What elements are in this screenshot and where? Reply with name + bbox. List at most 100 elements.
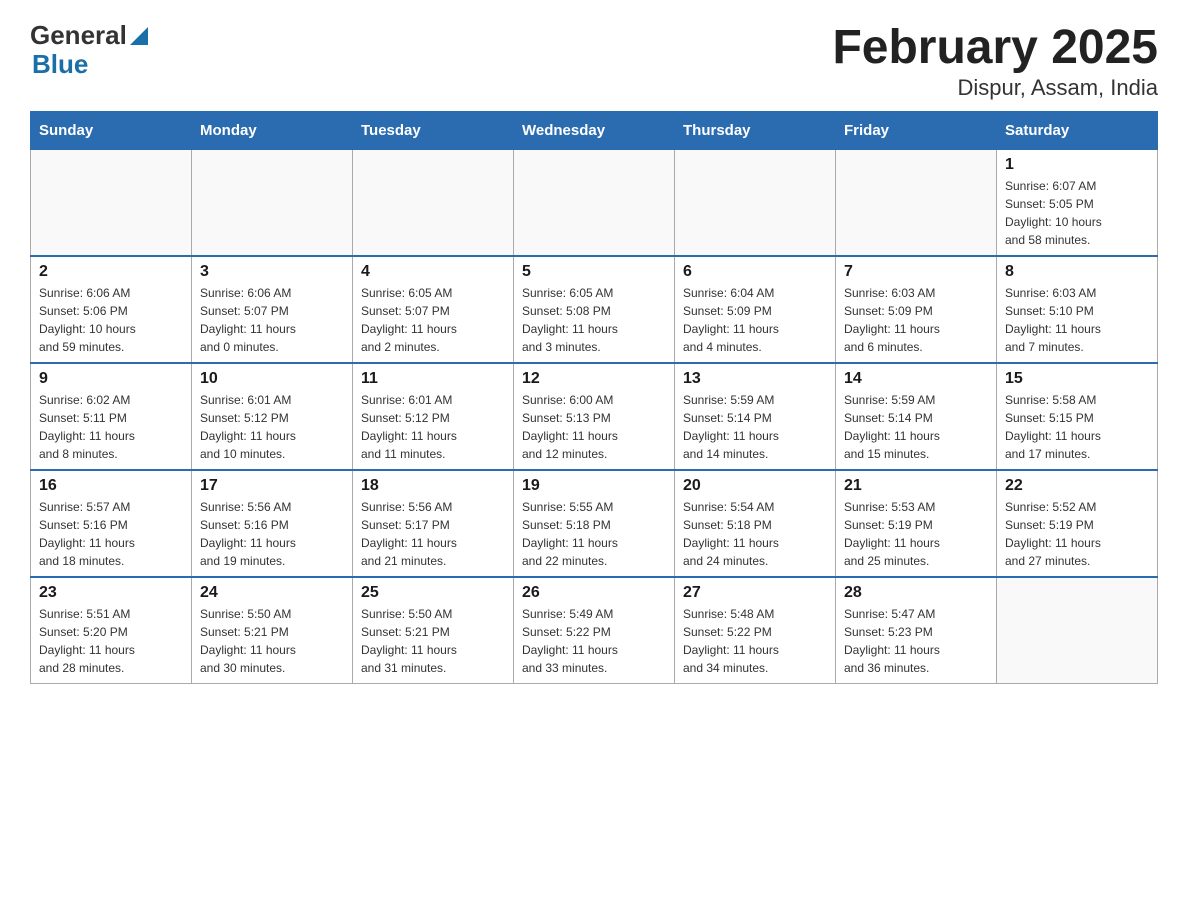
table-row: 26 Sunrise: 5:49 AM Sunset: 5:22 PM Dayli… [514, 577, 675, 684]
calendar-table: Sunday Monday Tuesday Wednesday Thursday… [30, 111, 1158, 684]
logo: General Blue [30, 20, 148, 80]
table-row: 14 Sunrise: 5:59 AM Sunset: 5:14 PM Dayli… [836, 363, 997, 470]
day-info: Sunrise: 5:48 AM Sunset: 5:22 PM Dayligh… [683, 605, 827, 677]
day-info: Sunrise: 6:02 AM Sunset: 5:11 PM Dayligh… [39, 391, 183, 463]
table-row: 6 Sunrise: 6:04 AM Sunset: 5:09 PM Daylig… [675, 256, 836, 363]
header-friday: Friday [836, 112, 997, 150]
day-info: Sunrise: 6:04 AM Sunset: 5:09 PM Dayligh… [683, 284, 827, 356]
day-info: Sunrise: 5:56 AM Sunset: 5:17 PM Dayligh… [361, 498, 505, 570]
day-number: 25 [361, 584, 505, 602]
day-info: Sunrise: 5:51 AM Sunset: 5:20 PM Dayligh… [39, 605, 183, 677]
day-number: 19 [522, 477, 666, 495]
day-number: 1 [1005, 156, 1149, 174]
day-info: Sunrise: 6:05 AM Sunset: 5:07 PM Dayligh… [361, 284, 505, 356]
day-number: 15 [1005, 370, 1149, 388]
table-row: 23 Sunrise: 5:51 AM Sunset: 5:20 PM Dayli… [31, 577, 192, 684]
table-row: 10Sunrise: 6:01 AM Sunset: 5:12 PM Dayli… [192, 363, 353, 470]
table-row: 11 Sunrise: 6:01 AM Sunset: 5:12 PM Dayli… [353, 363, 514, 470]
day-info: Sunrise: 6:07 AM Sunset: 5:05 PM Dayligh… [1005, 177, 1149, 249]
day-number: 8 [1005, 263, 1149, 281]
logo-blue-text: Blue [32, 49, 88, 80]
table-row: 12Sunrise: 6:00 AM Sunset: 5:13 PM Dayli… [514, 363, 675, 470]
header-sunday: Sunday [31, 112, 192, 150]
day-number: 16 [39, 477, 183, 495]
day-info: Sunrise: 5:57 AM Sunset: 5:16 PM Dayligh… [39, 498, 183, 570]
table-row: 25 Sunrise: 5:50 AM Sunset: 5:21 PM Dayli… [353, 577, 514, 684]
day-info: Sunrise: 5:59 AM Sunset: 5:14 PM Dayligh… [683, 391, 827, 463]
day-number: 23 [39, 584, 183, 602]
logo-triangle-icon [130, 27, 148, 45]
day-number: 26 [522, 584, 666, 602]
header-saturday: Saturday [997, 112, 1158, 150]
table-row: 16 Sunrise: 5:57 AM Sunset: 5:16 PM Dayli… [31, 470, 192, 577]
day-number: 18 [361, 477, 505, 495]
table-row: 9 Sunrise: 6:02 AM Sunset: 5:11 PM Daylig… [31, 363, 192, 470]
day-number: 14 [844, 370, 988, 388]
day-number: 28 [844, 584, 988, 602]
day-info: Sunrise: 6:03 AM Sunset: 5:10 PM Dayligh… [1005, 284, 1149, 356]
day-number: 24 [200, 584, 344, 602]
table-row: 18 Sunrise: 5:56 AM Sunset: 5:17 PM Dayli… [353, 470, 514, 577]
day-info: Sunrise: 5:58 AM Sunset: 5:15 PM Dayligh… [1005, 391, 1149, 463]
logo-general-text: General [30, 20, 127, 51]
day-number: 4 [361, 263, 505, 281]
day-info: Sunrise: 5:52 AM Sunset: 5:19 PM Dayligh… [1005, 498, 1149, 570]
table-row: 8 Sunrise: 6:03 AM Sunset: 5:10 PM Daylig… [997, 256, 1158, 363]
table-row: 19 Sunrise: 5:55 AM Sunset: 5:18 PM Dayli… [514, 470, 675, 577]
day-info: Sunrise: 5:56 AM Sunset: 5:16 PM Dayligh… [200, 498, 344, 570]
day-info: Sunrise: 5:50 AM Sunset: 5:21 PM Dayligh… [361, 605, 505, 677]
day-number: 13 [683, 370, 827, 388]
day-number: 20 [683, 477, 827, 495]
day-number: 3 [200, 263, 344, 281]
day-number: 21 [844, 477, 988, 495]
table-row: 2Sunrise: 6:06 AM Sunset: 5:06 PM Daylig… [31, 256, 192, 363]
day-number: 11 [361, 370, 505, 388]
table-row [675, 150, 836, 257]
day-info: Sunrise: 5:53 AM Sunset: 5:19 PM Dayligh… [844, 498, 988, 570]
table-row: 21 Sunrise: 5:53 AM Sunset: 5:19 PM Dayli… [836, 470, 997, 577]
table-row: 3 Sunrise: 6:06 AM Sunset: 5:07 PM Daylig… [192, 256, 353, 363]
day-info: Sunrise: 5:49 AM Sunset: 5:22 PM Dayligh… [522, 605, 666, 677]
calendar-title: February 2025 [832, 20, 1158, 75]
day-number: 9 [39, 370, 183, 388]
table-row [31, 150, 192, 257]
day-info: Sunrise: 6:05 AM Sunset: 5:08 PM Dayligh… [522, 284, 666, 356]
title-block: February 2025 Dispur, Assam, India [832, 20, 1158, 101]
table-row [514, 150, 675, 257]
table-row: 28Sunrise: 5:47 AM Sunset: 5:23 PM Dayli… [836, 577, 997, 684]
day-number: 2 [39, 263, 183, 281]
table-row: 20 Sunrise: 5:54 AM Sunset: 5:18 PM Dayli… [675, 470, 836, 577]
table-row [353, 150, 514, 257]
table-row [192, 150, 353, 257]
table-row: 5 Sunrise: 6:05 AM Sunset: 5:08 PM Daylig… [514, 256, 675, 363]
table-row: 7Sunrise: 6:03 AM Sunset: 5:09 PM Daylig… [836, 256, 997, 363]
header-tuesday: Tuesday [353, 112, 514, 150]
table-row [997, 577, 1158, 684]
calendar-subtitle: Dispur, Assam, India [832, 75, 1158, 101]
day-info: Sunrise: 6:01 AM Sunset: 5:12 PM Dayligh… [361, 391, 505, 463]
day-number: 12 [522, 370, 666, 388]
day-info: Sunrise: 6:06 AM Sunset: 5:07 PM Dayligh… [200, 284, 344, 356]
header-monday: Monday [192, 112, 353, 150]
day-number: 10 [200, 370, 344, 388]
day-number: 17 [200, 477, 344, 495]
day-info: Sunrise: 5:59 AM Sunset: 5:14 PM Dayligh… [844, 391, 988, 463]
table-row: 13 Sunrise: 5:59 AM Sunset: 5:14 PM Dayli… [675, 363, 836, 470]
day-info: Sunrise: 5:55 AM Sunset: 5:18 PM Dayligh… [522, 498, 666, 570]
header-thursday: Thursday [675, 112, 836, 150]
header-wednesday: Wednesday [514, 112, 675, 150]
table-row: 27Sunrise: 5:48 AM Sunset: 5:22 PM Dayli… [675, 577, 836, 684]
table-row: 22 Sunrise: 5:52 AM Sunset: 5:19 PM Dayli… [997, 470, 1158, 577]
day-info: Sunrise: 5:50 AM Sunset: 5:21 PM Dayligh… [200, 605, 344, 677]
weekday-header-row: Sunday Monday Tuesday Wednesday Thursday… [31, 112, 1158, 150]
table-row: 24 Sunrise: 5:50 AM Sunset: 5:21 PM Dayli… [192, 577, 353, 684]
table-row: 17 Sunrise: 5:56 AM Sunset: 5:16 PM Dayli… [192, 470, 353, 577]
page-header: General Blue February 2025 Dispur, Assam… [30, 20, 1158, 101]
day-number: 22 [1005, 477, 1149, 495]
table-row: 1 Sunrise: 6:07 AM Sunset: 5:05 PM Daylig… [997, 150, 1158, 257]
day-number: 6 [683, 263, 827, 281]
table-row: 4 Sunrise: 6:05 AM Sunset: 5:07 PM Daylig… [353, 256, 514, 363]
day-number: 7 [844, 263, 988, 281]
day-number: 5 [522, 263, 666, 281]
day-info: Sunrise: 5:54 AM Sunset: 5:18 PM Dayligh… [683, 498, 827, 570]
